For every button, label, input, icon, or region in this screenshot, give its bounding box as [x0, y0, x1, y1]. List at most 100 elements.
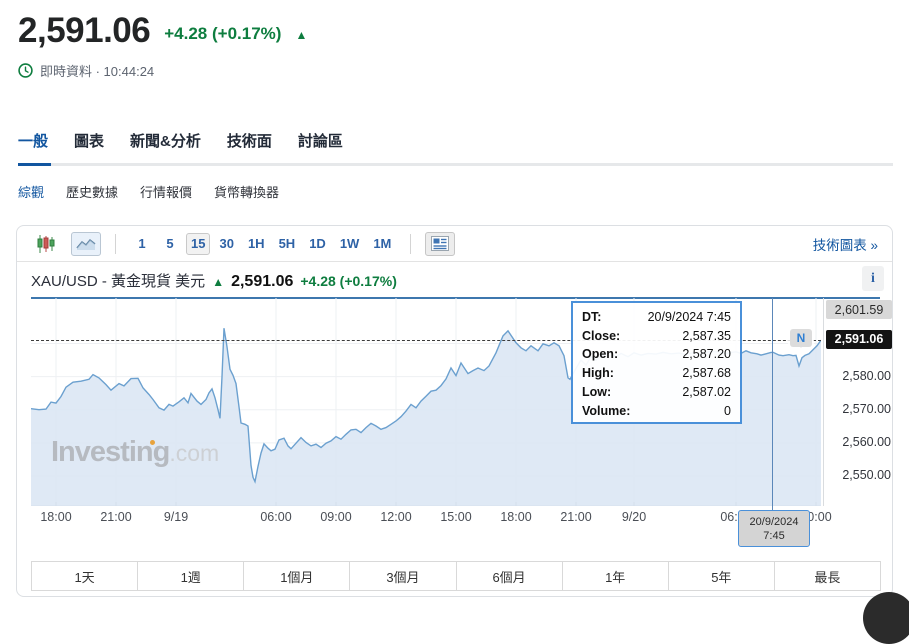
instrument-header: 2,591.06 +4.28 (+0.17%) ▲ 即時資料 · 10:44:2…: [18, 12, 307, 80]
ohlc-value: 2,587.35: [682, 327, 731, 346]
tab-討論區[interactable]: 討論區: [298, 130, 343, 163]
crosshair-date-tooltip: 20/9/2024 7:45: [738, 510, 810, 547]
ohlc-row: High: 2,587.68: [582, 364, 731, 383]
chart-title-row: XAU/USD - 黃金現貨 美元 ▲ 2,591.06 +4.28 (+0.1…: [31, 270, 397, 291]
x-axis-label: 9/20: [610, 510, 658, 524]
ohlc-row: Close: 2,587.35: [582, 327, 731, 346]
x-axis-label: 12:00: [372, 510, 420, 524]
main-tabs: 一般圖表新聞&分析技術面討論區: [18, 130, 893, 166]
time-axis[interactable]: 18:00 21:00 9/19 06:00 09:00 12:00 15:00 18:00 2…: [31, 510, 821, 528]
watermark-bold: Investing: [51, 436, 169, 469]
subtab-綜觀[interactable]: 綜觀: [18, 182, 44, 201]
area-glyph: [76, 237, 96, 251]
subtab-行情報價[interactable]: 行情報價: [140, 182, 192, 201]
interval-5H[interactable]: 5H: [274, 233, 301, 255]
technical-chart-link[interactable]: 技術圖表 »: [813, 234, 878, 254]
ohlc-value: 2,587.20: [682, 345, 731, 364]
ohlc-label: Volume:: [582, 402, 630, 421]
range-6個月[interactable]: 6個月: [457, 562, 563, 590]
candlestick-chart-icon[interactable]: [31, 232, 61, 256]
session-high-tag: 2,601.59: [826, 300, 892, 319]
y-axis-label: 2,580.00: [842, 369, 891, 383]
y-axis-label: 2,550.00: [842, 468, 891, 482]
x-axis-label: 15:00: [432, 510, 480, 524]
range-1天[interactable]: 1天: [32, 562, 138, 590]
news-panel-icon[interactable]: [425, 232, 455, 256]
candlestick-glyph: [36, 234, 56, 254]
chart-card: 1515301H5H1D1W1M 技術圖表 » XAU/USD - 黃金現貨 美…: [16, 225, 893, 597]
sub-tabs: 綜觀 歷史數據 行情報價 貨幣轉換器: [18, 182, 279, 201]
chart-toolbar: 1515301H5H1D1W1M 技術圖表 »: [17, 226, 892, 262]
price-axis[interactable]: 2,601.59 2,591.06 2,580.00 2,570.00 2,560.…: [823, 298, 893, 506]
y-axis-label: 2,570.00: [842, 402, 891, 416]
ohlc-label: Low:: [582, 383, 611, 402]
watermark-dot: [150, 440, 155, 445]
x-axis-label: 18:00: [32, 510, 80, 524]
range-5年[interactable]: 5年: [669, 562, 775, 590]
chart-price-change: +4.28 (+0.17%): [300, 273, 397, 289]
tab-圖表[interactable]: 圖表: [74, 130, 104, 163]
last-price: 2,591.06: [18, 12, 150, 51]
x-axis-label: 09:00: [312, 510, 360, 524]
investing-watermark: Investing .com: [51, 436, 219, 469]
y-axis-label: 2,560.00: [842, 435, 891, 449]
range-最長[interactable]: 最長: [775, 562, 880, 590]
range-3個月[interactable]: 3個月: [350, 562, 456, 590]
chart-up-arrow-icon: ▲: [212, 275, 224, 289]
realtime-status: 即時資料 · 10:44:24: [40, 61, 154, 80]
floating-action-button[interactable]: [863, 592, 909, 644]
interval-30[interactable]: 30: [214, 233, 238, 255]
interval-1H[interactable]: 1H: [243, 233, 270, 255]
ohlc-value: 2,587.02: [682, 383, 731, 402]
range-selector: 1天1週1個月3個月6個月1年5年最長: [31, 561, 881, 591]
x-axis-label: 21:00: [92, 510, 140, 524]
crosshair-line: [772, 298, 773, 511]
range-1週[interactable]: 1週: [138, 562, 244, 590]
subtab-貨幣轉換器[interactable]: 貨幣轉換器: [214, 182, 279, 201]
ohlc-label: High:: [582, 364, 614, 383]
ohlc-label: Open:: [582, 345, 618, 364]
tab-一般[interactable]: 一般: [18, 130, 48, 163]
ohlc-label: Close:: [582, 327, 620, 346]
x-axis-label: 18:00: [492, 510, 540, 524]
clock-icon: [18, 63, 33, 78]
tab-新聞&分析[interactable]: 新聞&分析: [130, 130, 201, 163]
ohlc-row: Low: 2,587.02: [582, 383, 731, 402]
interval-1D[interactable]: 1D: [304, 233, 331, 255]
current-price-tag: 2,591.06: [826, 330, 892, 349]
range-1個月[interactable]: 1個月: [244, 562, 350, 590]
toolbar-divider: [410, 234, 411, 254]
interval-1[interactable]: 1: [130, 233, 154, 255]
ohlc-value: 20/9/2024 7:45: [648, 308, 731, 327]
panel-glyph: [431, 236, 449, 251]
interval-5[interactable]: 5: [158, 233, 182, 255]
x-axis-label: 21:00: [552, 510, 600, 524]
ohlc-row: Volume: 0: [582, 402, 731, 421]
watermark-light: .com: [169, 440, 219, 467]
active-tab-indicator: [18, 163, 51, 166]
x-axis-label: 06:00: [252, 510, 300, 524]
news-event-badge[interactable]: N: [790, 329, 812, 347]
ohlc-row: Open: 2,587.20: [582, 345, 731, 364]
date-tooltip-date: 20/9/2024: [750, 515, 799, 529]
ohlc-value: 2,587.68: [682, 364, 731, 383]
subtab-歷史數據[interactable]: 歷史數據: [66, 182, 118, 201]
ohlc-value: 0: [724, 402, 731, 421]
x-axis-label: 9/19: [152, 510, 200, 524]
chart-last-price: 2,591.06: [231, 273, 293, 291]
toolbar-divider: [115, 234, 116, 254]
up-arrow-icon: ▲: [295, 28, 307, 51]
ohlc-label: DT:: [582, 308, 601, 327]
tab-技術面[interactable]: 技術面: [227, 130, 272, 163]
interval-selector: 1515301H5H1D1W1M: [130, 233, 396, 255]
range-1年[interactable]: 1年: [563, 562, 669, 590]
price-change: +4.28 (+0.17%): [164, 24, 281, 51]
interval-1M[interactable]: 1M: [368, 233, 396, 255]
ohlc-row: DT: 20/9/2024 7:45: [582, 308, 731, 327]
tab-underline: [18, 163, 893, 166]
ohlc-tooltip: DT: 20/9/2024 7:45 Close: 2,587.35 Open: 2,58…: [571, 301, 742, 424]
area-chart-icon[interactable]: [71, 232, 101, 256]
interval-1W[interactable]: 1W: [335, 233, 365, 255]
interval-15[interactable]: 15: [186, 233, 210, 255]
info-icon[interactable]: i: [862, 266, 884, 291]
